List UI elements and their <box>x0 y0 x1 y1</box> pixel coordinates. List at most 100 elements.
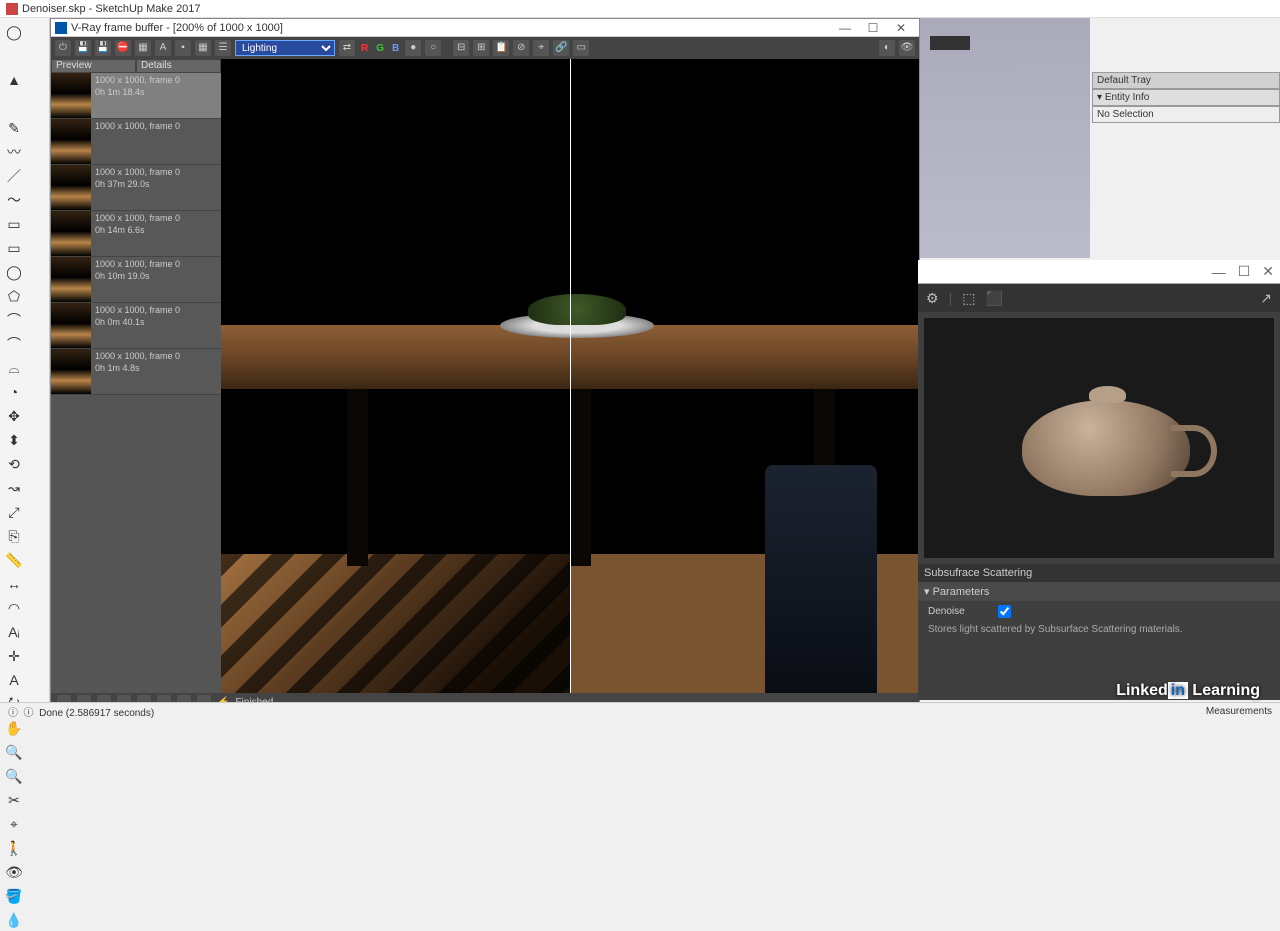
dot2-icon[interactable]: ○ <box>425 40 441 56</box>
walk-tool[interactable]: 🚶 <box>3 837 25 859</box>
link-icon[interactable]: 🔗 <box>553 40 569 56</box>
scale-tool[interactable]: ⤢ <box>3 501 25 523</box>
menu-icon[interactable]: ☰ <box>215 40 231 56</box>
asset-min-button[interactable]: — <box>1212 264 1226 280</box>
arc-tool[interactable]: ⌒ <box>3 309 25 331</box>
pushpull-tool[interactable]: ⬍ <box>3 429 25 451</box>
paint-tool[interactable]: 🪣 <box>3 885 25 907</box>
swap-icon[interactable]: ⇄ <box>339 40 355 56</box>
clipboard-icon[interactable]: 📋 <box>493 40 509 56</box>
app-statusbar: ⓘ ⓘ Done (2.586917 seconds) Measurements <box>0 702 1280 720</box>
offset-tool[interactable]: ⎘ <box>3 525 25 547</box>
gear-icon[interactable]: ⚙ <box>926 290 939 307</box>
history-details: 1000 x 1000, frame 00h 14m 6.6s <box>91 211 221 256</box>
maximize-button[interactable]: ☐ <box>859 21 887 35</box>
col-preview[interactable]: Preview <box>51 59 136 73</box>
clear-icon[interactable]: ⊘ <box>513 40 529 56</box>
power-icon[interactable]: ⏻ <box>55 40 71 56</box>
freehand-tool[interactable]: 〜 <box>3 189 25 211</box>
stop-icon[interactable]: ⛔ <box>115 40 131 56</box>
vfb-icon <box>55 22 67 34</box>
history-row[interactable]: 1000 x 1000, frame 00h 10m 19.0s <box>51 257 221 303</box>
parameters-header[interactable]: ▾ Parameters <box>918 582 1280 601</box>
arc2-tool[interactable]: ⌒ <box>3 333 25 355</box>
protractor-tool[interactable]: ◠ <box>3 597 25 619</box>
history-thumb <box>51 211 91 256</box>
mono-icon[interactable]: ▪ <box>175 40 191 56</box>
tape-tool[interactable]: 📏 <box>3 549 25 571</box>
entity-info-body: No Selection <box>1092 106 1280 123</box>
region-icon[interactable]: ⌖ <box>533 40 549 56</box>
vray-round-icon[interactable]: ◯ <box>3 21 25 43</box>
history-row[interactable]: 1000 x 1000, frame 00h 14m 6.6s <box>51 211 221 257</box>
ab-split-line[interactable] <box>570 59 571 693</box>
section-header: Subsufrace Scattering <box>918 564 1280 582</box>
zoom-ext-tool[interactable]: 🔍 <box>3 765 25 787</box>
move-tool[interactable]: ✥ <box>3 405 25 427</box>
select-tool[interactable]: ▲ <box>3 69 25 91</box>
line-tool[interactable]: ／ <box>3 165 25 187</box>
look-tool[interactable]: 👁 <box>3 861 25 883</box>
close-button[interactable]: ✕ <box>887 21 915 35</box>
vfb-titlebar[interactable]: V-Ray frame buffer - [200% of 1000 x 100… <box>51 19 919 37</box>
circle-tool[interactable]: ◯ <box>3 261 25 283</box>
rect2-tool[interactable]: ▭ <box>3 237 25 259</box>
lasso-tool[interactable]: 〰 <box>3 141 25 163</box>
history-thumb <box>51 303 91 348</box>
pan-tool[interactable]: ✋ <box>3 717 25 739</box>
minimize-button[interactable]: — <box>831 21 859 35</box>
box-icon[interactable]: ⬚ <box>962 290 975 307</box>
selection-state: No Selection <box>1097 109 1154 120</box>
history-row[interactable]: 1000 x 1000, frame 00h 0m 40.1s <box>51 303 221 349</box>
section-tool[interactable]: ✂ <box>3 789 25 811</box>
rect-tool[interactable]: ▭ <box>3 213 25 235</box>
denoise-checkbox[interactable] <box>998 605 1011 618</box>
entity-info-header[interactable]: ▾ Entity Info <box>1092 89 1280 106</box>
lens-icon[interactable]: ▭ <box>573 40 589 56</box>
blue-toggle[interactable]: B <box>390 43 401 54</box>
history-row[interactable]: 1000 x 1000, frame 00h 1m 4.8s <box>51 349 221 395</box>
red-toggle[interactable]: R <box>359 43 370 54</box>
denoise-row: Denoise <box>918 601 1280 622</box>
settings-icon[interactable]: 👁 <box>899 40 915 56</box>
text-tool[interactable]: Aᵢ <box>3 621 25 643</box>
up-icon[interactable]: ↗ <box>1260 290 1272 307</box>
poly-tool[interactable]: ⬠ <box>3 285 25 307</box>
zoom-tool[interactable]: 🔍 <box>3 741 25 763</box>
sample-tool[interactable]: 💧 <box>3 909 25 931</box>
copy-icon[interactable]: ▦ <box>135 40 151 56</box>
material-preview[interactable] <box>924 318 1274 558</box>
col-details[interactable]: Details <box>136 59 221 73</box>
grid-icon[interactable]: ▦ <box>195 40 211 56</box>
cc-icon[interactable]: ◐ <box>879 40 895 56</box>
asset-close-button[interactable]: ✕ <box>1262 263 1274 280</box>
save-icon[interactable]: 💾 <box>75 40 91 56</box>
axes-tool[interactable]: ✛ <box>3 645 25 667</box>
box2-icon[interactable]: ⬛ <box>985 290 1002 307</box>
pie-tool[interactable]: ◔ <box>3 381 25 403</box>
history-row[interactable]: 1000 x 1000, frame 00h 1m 18.4s <box>51 73 221 119</box>
default-tray: Default Tray ▾ Entity Info No Selection <box>1092 72 1280 123</box>
position-tool[interactable]: ⌖ <box>3 813 25 835</box>
compare-b-icon[interactable]: ⊞ <box>473 40 489 56</box>
dot1-icon[interactable]: ● <box>405 40 421 56</box>
channel-dropdown[interactable]: Lighting <box>235 40 335 56</box>
blank <box>3 45 25 67</box>
3dtext-tool[interactable]: A <box>3 669 25 691</box>
history-row[interactable]: 1000 x 1000, frame 0 <box>51 119 221 165</box>
dim-tool[interactable]: ↔ <box>3 573 25 595</box>
arc3-tool[interactable]: ⌓ <box>3 357 25 379</box>
eraser-tool[interactable]: ✎ <box>3 117 25 139</box>
history-row[interactable]: 1000 x 1000, frame 00h 37m 29.0s <box>51 165 221 211</box>
follow-tool[interactable]: ↝ <box>3 477 25 499</box>
tray-title[interactable]: Default Tray <box>1092 72 1280 89</box>
alpha-icon[interactable]: A <box>155 40 171 56</box>
compare-a-icon[interactable]: ⊟ <box>453 40 469 56</box>
asset-max-button[interactable]: ☐ <box>1238 263 1251 280</box>
rotate-tool[interactable]: ⟲ <box>3 453 25 475</box>
green-toggle[interactable]: G <box>374 43 386 54</box>
sketchup-viewport[interactable] <box>920 18 1090 258</box>
save2-icon[interactable]: 💾 <box>95 40 111 56</box>
vfb-window: V-Ray frame buffer - [200% of 1000 x 100… <box>50 18 920 712</box>
render-viewport[interactable] <box>221 59 919 693</box>
